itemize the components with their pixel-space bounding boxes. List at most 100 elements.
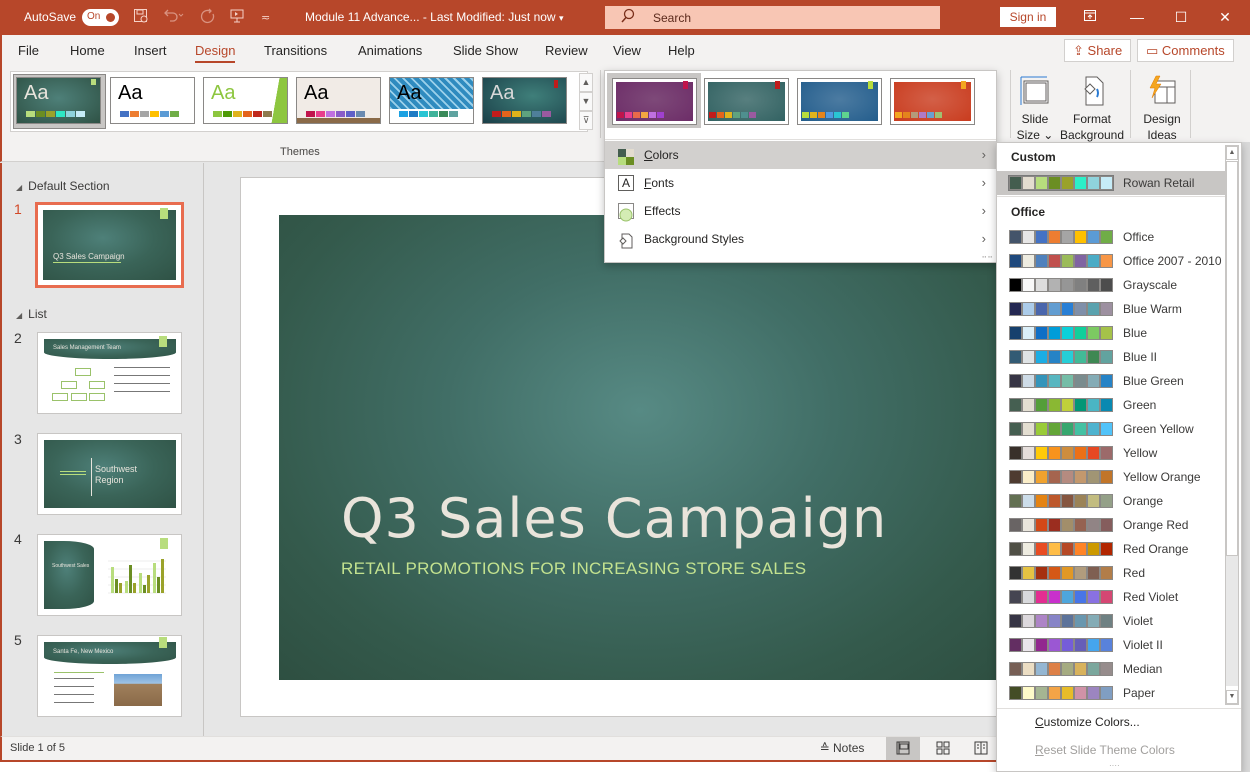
variant-thumbnail[interactable] bbox=[704, 78, 789, 125]
slide-title[interactable]: Q3 Sales Campaign bbox=[341, 487, 887, 550]
resize-grip[interactable]: ⠤⠤ bbox=[981, 251, 993, 260]
present-icon[interactable] bbox=[229, 8, 245, 28]
theme-thumbnail[interactable]: Aa bbox=[296, 77, 381, 124]
colors-scrollbar[interactable]: ▲ ▼ bbox=[1225, 145, 1239, 705]
color-scheme-item[interactable]: Office bbox=[997, 225, 1225, 249]
minimize-button[interactable]: — bbox=[1122, 6, 1152, 28]
tab-transitions[interactable]: Transitions bbox=[264, 43, 327, 58]
resize-grip[interactable]: ···· bbox=[1109, 761, 1120, 770]
design-ideas-button[interactable]: Design Ideas bbox=[1140, 73, 1184, 143]
ribbon-display-options-icon[interactable] bbox=[1075, 6, 1105, 28]
slide-size-icon bbox=[1014, 73, 1056, 111]
tab-insert[interactable]: Insert bbox=[134, 43, 167, 58]
color-scheme-item[interactable]: Orange Red bbox=[997, 513, 1225, 537]
color-swatch bbox=[46, 111, 55, 117]
color-scheme-item[interactable]: Paper bbox=[997, 681, 1225, 705]
theme-thumbnail[interactable]: Aa bbox=[482, 77, 567, 124]
theme-thumbnail[interactable]: Aa bbox=[389, 77, 474, 124]
autosave-state: On bbox=[87, 11, 101, 22]
color-swatch bbox=[1048, 566, 1061, 580]
slide-thumbnail-1[interactable]: Q3 Sales Campaign bbox=[35, 202, 184, 288]
slide-thumbnail-3[interactable]: Southwest Region bbox=[37, 433, 182, 515]
gallery-scroll-up[interactable]: ▲ bbox=[579, 73, 593, 92]
color-scheme-item[interactable]: Orange bbox=[997, 489, 1225, 513]
tab-review[interactable]: Review bbox=[545, 43, 588, 58]
theme-thumbnail[interactable]: Aa bbox=[16, 77, 101, 124]
color-scheme-item[interactable]: Violet II bbox=[997, 633, 1225, 657]
color-palette-preview bbox=[1009, 350, 1113, 364]
slide-thumbnail-2[interactable]: Sales Management Team bbox=[37, 332, 182, 414]
section-header-list[interactable]: ◢ List bbox=[16, 307, 47, 321]
save-icon[interactable] bbox=[133, 8, 149, 28]
customize-qat-icon[interactable]: ≂ bbox=[261, 11, 270, 24]
color-swatch bbox=[356, 111, 365, 117]
tab-file[interactable]: File bbox=[18, 43, 39, 58]
comments-button[interactable]: ▭ Comments bbox=[1137, 39, 1234, 62]
color-scheme-item[interactable]: Red Orange bbox=[997, 537, 1225, 561]
tab-slide-show[interactable]: Slide Show bbox=[453, 43, 518, 58]
document-title[interactable]: Module 11 Advance... - Last Modified: Ju… bbox=[305, 10, 563, 24]
variant-thumbnail[interactable] bbox=[612, 78, 697, 125]
slide-size-button[interactable]: Slide Size ⌄ bbox=[1014, 73, 1056, 143]
color-swatch bbox=[1087, 566, 1100, 580]
color-swatch bbox=[625, 112, 632, 118]
slide-1[interactable]: Q3 Sales Campaign RETAIL PROMOTIONS FOR … bbox=[279, 215, 1001, 680]
color-scheme-item[interactable]: Rowan Retail bbox=[997, 171, 1225, 195]
color-swatch bbox=[1087, 686, 1100, 700]
notes-button[interactable]: ≙ Notes bbox=[814, 737, 870, 760]
color-scheme-item[interactable]: Blue II bbox=[997, 345, 1225, 369]
tab-view[interactable]: View bbox=[613, 43, 641, 58]
slide-sorter-view-button[interactable] bbox=[926, 737, 960, 760]
color-scheme-item[interactable]: Red Violet bbox=[997, 585, 1225, 609]
slide-subtitle[interactable]: RETAIL PROMOTIONS FOR INCREASING STORE S… bbox=[341, 559, 806, 579]
menu-item-background-styles[interactable]: Background Styles › bbox=[605, 225, 996, 253]
color-scheme-item[interactable]: Green Yellow bbox=[997, 417, 1225, 441]
color-scheme-item[interactable]: Violet bbox=[997, 609, 1225, 633]
color-scheme-item[interactable]: Yellow bbox=[997, 441, 1225, 465]
tab-design[interactable]: Design bbox=[195, 43, 236, 63]
theme-thumbnail[interactable]: Aa bbox=[203, 77, 288, 124]
color-swatch bbox=[1035, 350, 1048, 364]
sign-in-button[interactable]: Sign in bbox=[1000, 7, 1056, 27]
gallery-more-button[interactable]: ⊽ bbox=[579, 111, 593, 130]
slide-thumbnail-5[interactable]: Santa Fe, New Mexico bbox=[37, 635, 182, 717]
color-scheme-item[interactable]: Green bbox=[997, 393, 1225, 417]
undo-icon[interactable] bbox=[162, 8, 184, 28]
color-scheme-item[interactable]: Median bbox=[997, 657, 1225, 681]
scroll-track[interactable] bbox=[1226, 556, 1238, 686]
autosave-toggle[interactable]: On bbox=[82, 9, 119, 26]
color-swatch bbox=[1022, 350, 1035, 364]
maximize-button[interactable]: ☐ bbox=[1166, 6, 1196, 28]
theme-thumbnail[interactable]: Aa bbox=[110, 77, 195, 124]
color-scheme-item[interactable]: Yellow Orange bbox=[997, 465, 1225, 489]
color-palette-preview bbox=[1009, 518, 1113, 532]
scroll-down-button[interactable]: ▼ bbox=[1226, 690, 1238, 704]
tab-home[interactable]: Home bbox=[70, 43, 105, 58]
color-scheme-item[interactable]: Blue bbox=[997, 321, 1225, 345]
color-scheme-item[interactable]: Blue Warm bbox=[997, 297, 1225, 321]
scroll-up-button[interactable]: ▲ bbox=[1226, 146, 1238, 160]
search-input[interactable]: Search bbox=[605, 6, 940, 29]
color-scheme-item[interactable]: Red bbox=[997, 561, 1225, 585]
tab-animations[interactable]: Animations bbox=[358, 43, 422, 58]
scroll-thumb[interactable] bbox=[1226, 161, 1238, 556]
variant-thumbnail[interactable] bbox=[890, 78, 975, 125]
menu-item-fonts[interactable]: A Fonts › bbox=[605, 169, 996, 197]
color-scheme-item[interactable]: Office 2007 - 2010 bbox=[997, 249, 1225, 273]
format-background-button[interactable]: Format Background bbox=[1059, 73, 1125, 143]
close-button[interactable]: ✕ bbox=[1210, 6, 1240, 28]
color-scheme-item[interactable]: Grayscale bbox=[997, 273, 1225, 297]
color-scheme-item[interactable]: Blue Green bbox=[997, 369, 1225, 393]
variant-thumbnail[interactable] bbox=[797, 78, 882, 125]
menu-item-colors[interactable]: Colors › bbox=[605, 141, 996, 169]
normal-view-button[interactable] bbox=[886, 737, 920, 760]
section-header-default[interactable]: ◢ Default Section bbox=[16, 179, 110, 193]
reading-view-button[interactable] bbox=[966, 737, 996, 760]
tab-help[interactable]: Help bbox=[668, 43, 695, 58]
slide-thumbnail-4[interactable]: Southwest Sales bbox=[37, 534, 182, 616]
customize-colors-item[interactable]: Customize Colors... bbox=[1035, 715, 1140, 729]
share-button[interactable]: ⇪ Share bbox=[1064, 39, 1132, 62]
gallery-scroll-down[interactable]: ▼ bbox=[579, 92, 593, 111]
redo-icon[interactable] bbox=[199, 8, 217, 30]
menu-item-effects[interactable]: Effects › bbox=[605, 197, 996, 225]
